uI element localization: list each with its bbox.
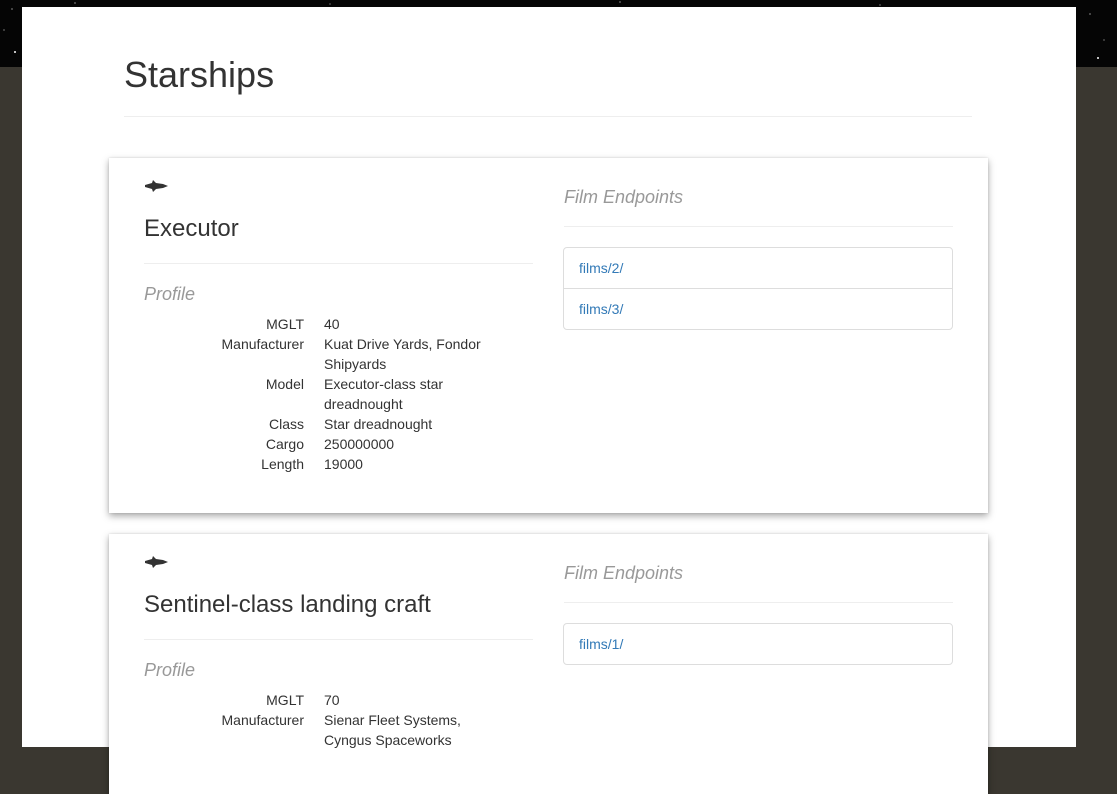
- profile-row-manufacturer: Manufacturer Sienar Fleet Systems, Cyngu…: [144, 710, 533, 750]
- profile-label: MGLT: [266, 316, 304, 332]
- profile-row-model: Model Executor-class star dreadnought: [144, 374, 533, 414]
- profile-value: 70: [324, 692, 340, 708]
- profile-label: MGLT: [266, 692, 304, 708]
- profile-label: Cargo: [265, 436, 304, 452]
- starship-card: Sentinel-class landing craft Profile MGL…: [109, 534, 988, 794]
- profile-row-length: Length 19000: [144, 454, 533, 474]
- divider: [144, 639, 533, 640]
- starship-name: Sentinel-class landing craft: [144, 591, 431, 618]
- profile-label: Manufacturer: [221, 712, 304, 728]
- profile-label: Class: [268, 416, 304, 432]
- divider: [564, 226, 953, 227]
- profile-heading: Profile: [144, 660, 196, 680]
- profile-row-cargo: Cargo 250000000: [144, 434, 533, 454]
- starship-icon: [145, 556, 168, 568]
- page-header: Starships: [124, 7, 972, 117]
- film-endpoint-list: films/1/: [563, 623, 953, 665]
- film-endpoint-link[interactable]: films/3/: [564, 288, 952, 329]
- profile-value: Kuat Drive Yards, Fondor Shipyards: [324, 336, 481, 372]
- profile-value: Star dreadnought: [324, 416, 433, 432]
- profile-row-manufacturer: Manufacturer Kuat Drive Yards, Fondor Sh…: [144, 334, 533, 374]
- page-container: Starships Executor Profile MGLT 40 Manuf…: [22, 7, 1076, 794]
- starship-icon: [145, 180, 168, 192]
- profile-row-mglt: MGLT 40: [144, 314, 533, 334]
- profile-row-class: Class Star dreadnought: [144, 414, 533, 434]
- profile-value: 19000: [324, 456, 363, 472]
- profile-label: Manufacturer: [221, 336, 304, 352]
- starship-card: Executor Profile MGLT 40 Manufacturer Ku…: [109, 158, 988, 513]
- profile-label: Model: [265, 376, 304, 392]
- profile-label: Length: [261, 456, 304, 472]
- film-endpoint-list: films/2/ films/3/: [563, 247, 953, 330]
- film-endpoints-heading: Film Endpoints: [564, 563, 684, 583]
- film-endpoints-heading: Film Endpoints: [564, 187, 684, 207]
- divider: [144, 263, 533, 264]
- profile-list: MGLT 70 Manufacturer Sienar Fleet System…: [144, 690, 533, 750]
- divider: [564, 602, 953, 603]
- profile-value: Executor-class star dreadnought: [324, 376, 444, 412]
- film-endpoint-link[interactable]: films/1/: [564, 624, 952, 664]
- profile-value: 250000000: [324, 436, 395, 452]
- film-endpoint-link[interactable]: films/2/: [564, 248, 952, 288]
- profile-heading: Profile: [144, 284, 196, 304]
- profile-value: 40: [324, 316, 340, 332]
- profile-row-mglt: MGLT 70: [144, 690, 533, 710]
- page-title: Starships: [124, 54, 275, 95]
- profile-list: MGLT 40 Manufacturer Kuat Drive Yards, F…: [144, 314, 533, 474]
- profile-value: Sienar Fleet Systems, Cyngus Spaceworks: [324, 712, 461, 748]
- starship-name: Executor: [144, 215, 239, 242]
